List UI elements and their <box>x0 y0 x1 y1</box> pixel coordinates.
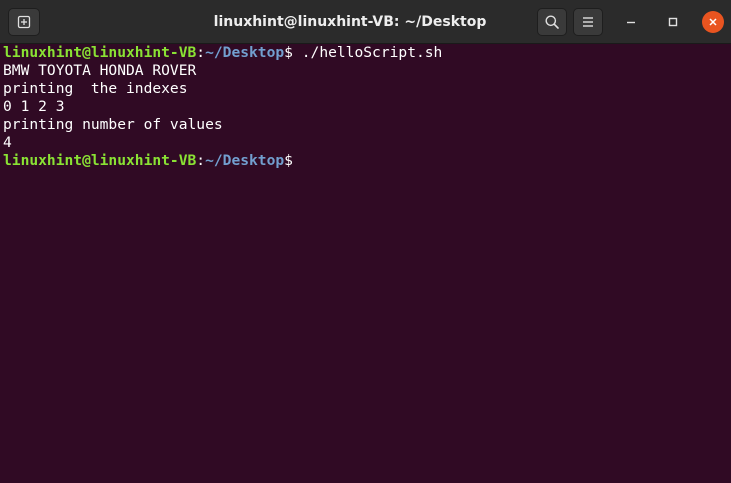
prompt-path: ~/Desktop <box>205 44 285 61</box>
new-tab-button[interactable] <box>8 8 40 36</box>
current-prompt-line[interactable]: linuxhint@linuxhint-VB:~/Desktop$ <box>3 152 731 170</box>
terminal-window: linuxhint@linuxhint-VB: ~/Desktop linuxh… <box>0 0 731 483</box>
output-line: BMW TOYOTA HONDA ROVER <box>3 62 197 79</box>
terminal-output[interactable]: linuxhint@linuxhint-VB:~/Desktop$ ./hell… <box>0 44 731 483</box>
close-icon <box>709 18 717 26</box>
minimize-icon <box>627 21 635 24</box>
search-icon <box>545 15 559 29</box>
prompt-colon: : <box>196 152 206 169</box>
prompt-user: linuxhint@linuxhint-VB <box>3 152 197 169</box>
maximize-icon <box>668 17 678 27</box>
output-line: 0 1 2 3 <box>3 98 65 115</box>
minimize-button[interactable] <box>620 11 642 33</box>
output-line: printing the indexes <box>3 80 188 97</box>
command-text: ./helloScript.sh <box>292 44 443 61</box>
command-line: linuxhint@linuxhint-VB:~/Desktop$ ./hell… <box>3 44 731 62</box>
hamburger-menu-icon <box>583 17 593 27</box>
prompt-trailing-space <box>293 152 302 169</box>
prompt-colon: : <box>196 44 206 61</box>
close-button[interactable] <box>702 11 724 33</box>
search-button[interactable] <box>537 8 567 36</box>
prompt-symbol: $ <box>284 44 293 61</box>
output-line: 4 <box>3 134 12 151</box>
maximize-button[interactable] <box>662 11 684 33</box>
prompt-user: linuxhint@linuxhint-VB <box>3 44 197 61</box>
prompt-path: ~/Desktop <box>205 152 285 169</box>
prompt-symbol: $ <box>284 152 293 169</box>
new-tab-icon <box>17 15 31 29</box>
title-bar: linuxhint@linuxhint-VB: ~/Desktop <box>0 0 731 44</box>
window-title: linuxhint@linuxhint-VB: ~/Desktop <box>213 14 487 30</box>
output-line: printing number of values <box>3 116 223 133</box>
menu-button[interactable] <box>573 8 603 36</box>
